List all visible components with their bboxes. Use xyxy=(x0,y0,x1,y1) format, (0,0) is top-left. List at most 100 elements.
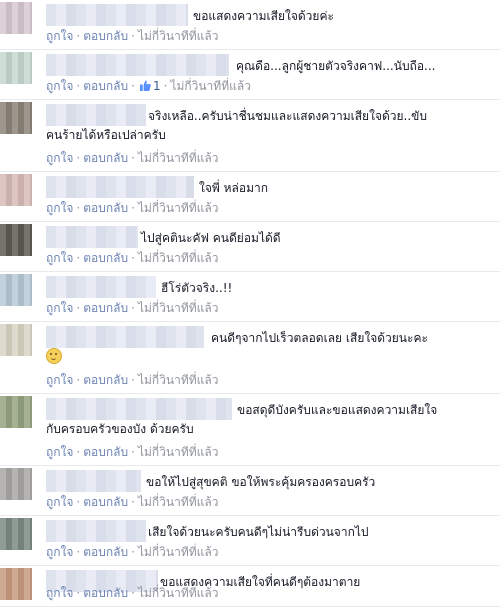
comment-actions: ถูกใจ · ตอบกลับ · ไม่กี่วินาทีที่แล้ว xyxy=(46,443,218,462)
separator-dot: · xyxy=(131,301,135,315)
timestamp[interactable]: ไม่กี่วินาทีที่แล้ว xyxy=(138,251,219,265)
comment-actions: ถูกใจ · ตอบกลับ · ไม่กี่วินาทีที่แล้ว xyxy=(46,149,218,168)
timestamp[interactable]: ไม่กี่วินาทีที่แล้ว xyxy=(138,445,219,459)
like-link[interactable]: ถูกใจ xyxy=(46,373,73,387)
comment-item: ขอสดุดีบังครับและขอแสดงความเสียใจ กับครอบ… xyxy=(0,394,500,466)
comment-text-continued: คนร้ายได้หรือเปล่าครับ xyxy=(46,128,166,142)
comment-actions: ถูกใจ · ตอบกลับ · ไม่กี่วินาทีที่แล้ว xyxy=(46,371,218,390)
redacted-author-name[interactable] xyxy=(46,520,146,542)
reply-link[interactable]: ตอบกลับ xyxy=(83,251,128,265)
timestamp[interactable]: ไม่กี่วินาทีที่แล้ว xyxy=(138,373,219,387)
separator-dot: · xyxy=(131,79,135,93)
separator-dot: · xyxy=(131,201,135,215)
comment-actions: ถูกใจ · ตอบกลับ · ไม่กี่วินาทีที่แล้ว xyxy=(46,543,218,562)
separator-dot: · xyxy=(76,29,81,43)
separator-dot: · xyxy=(131,373,135,387)
avatar[interactable] xyxy=(0,396,32,428)
comment-actions: ถูกใจ · ตอบกลับ · ไม่กี่วินาทีที่แล้ว xyxy=(46,299,218,318)
separator-dot: · xyxy=(131,545,135,559)
avatar[interactable] xyxy=(0,568,32,600)
reply-link[interactable]: ตอบกลับ xyxy=(83,373,128,387)
comment-text: ขอให้ไปสู่สุขคติ ขอให้พระคุ้มครองครอบครั… xyxy=(146,475,376,489)
avatar[interactable] xyxy=(0,52,32,84)
like-link[interactable]: ถูกใจ xyxy=(46,251,73,265)
avatar[interactable] xyxy=(0,274,32,306)
reply-link[interactable]: ตอบกลับ xyxy=(83,79,128,93)
separator-dot: · xyxy=(76,495,81,509)
redacted-author-name[interactable] xyxy=(46,4,188,26)
comment-item: คุณดือ...ลูกผู้ชายตัวจริงคาฟ...นับถือ...… xyxy=(0,50,500,100)
like-link[interactable]: ถูกใจ xyxy=(46,201,73,215)
comment-text: จริงเหลือ..ครับน่าชื่นชมและแสดงความเสียใ… xyxy=(148,109,427,123)
comment-item: ฮีโร่ตัวจริง..!! ถูกใจ · ตอบกลับ · ไม่กี่วินา… xyxy=(0,272,500,322)
reply-link[interactable]: ตอบกลับ xyxy=(83,151,128,165)
comment-text: คุณดือ...ลูกผู้ชายตัวจริงคาฟ...นับถือ... xyxy=(236,59,436,73)
avatar[interactable] xyxy=(0,2,32,34)
reply-link[interactable]: ตอบกลับ xyxy=(83,445,128,459)
like-link[interactable]: ถูกใจ xyxy=(46,495,73,509)
like-link[interactable]: ถูกใจ xyxy=(46,151,73,165)
redacted-author-name[interactable] xyxy=(46,326,204,348)
redacted-author-name[interactable] xyxy=(46,54,229,76)
separator-dot: · xyxy=(76,373,81,387)
reply-link[interactable]: ตอบกลับ xyxy=(83,301,128,315)
separator-dot: · xyxy=(76,301,81,315)
avatar[interactable] xyxy=(0,468,32,500)
separator-dot: · xyxy=(76,545,81,559)
thumbs-up-icon xyxy=(139,80,151,91)
comment-item: จริงเหลือ..ครับน่าชื่นชมและแสดงความเสียใ… xyxy=(0,100,500,172)
redacted-author-name[interactable] xyxy=(46,104,146,126)
timestamp[interactable]: ไม่กี่วินาทีที่แล้ว xyxy=(138,545,219,559)
redacted-author-name[interactable] xyxy=(46,226,138,248)
separator-dot: · xyxy=(131,151,135,165)
redacted-author-name[interactable] xyxy=(46,176,194,198)
smiley-emoji-icon xyxy=(46,348,62,364)
timestamp[interactable]: ไม่กี่วินาทีที่แล้ว xyxy=(138,495,219,509)
avatar[interactable] xyxy=(0,102,32,134)
separator-dot: · xyxy=(76,445,81,459)
like-count[interactable]: 1 xyxy=(138,79,161,93)
reply-link[interactable]: ตอบกลับ xyxy=(83,586,128,600)
redacted-author-name[interactable] xyxy=(46,398,232,420)
avatar[interactable] xyxy=(0,324,32,356)
separator-dot: · xyxy=(131,586,135,600)
reply-link[interactable]: ตอบกลับ xyxy=(83,545,128,559)
comment-item: ขอให้ไปสู่สุขคติ ขอให้พระคุ้มครองครอบครั… xyxy=(0,466,500,516)
comment-item: ขอแสดงความเสียใจที่คนดีๆต้องมาตาย ถูกใจ · ต… xyxy=(0,566,500,607)
comment-text: เสียใจด้วยนะครับคนดีๆไม่น่ารีบด่วนจากไป xyxy=(148,525,369,539)
redacted-author-name[interactable] xyxy=(46,276,156,298)
separator-dot: · xyxy=(76,79,81,93)
comment-item: ขอแสดงความเสียใจด้วยค่ะ ถูกใจ · ตอบกลับ · ไม่… xyxy=(0,0,500,50)
timestamp[interactable]: ไม่กี่วินาทีที่แล้ว xyxy=(170,79,251,93)
separator-dot: · xyxy=(76,586,81,600)
comment-list: ขอแสดงความเสียใจด้วยค่ะ ถูกใจ · ตอบกลับ · ไม่… xyxy=(0,0,500,607)
like-count-value: 1 xyxy=(152,79,161,93)
redacted-author-name[interactable] xyxy=(46,470,141,492)
reply-link[interactable]: ตอบกลับ xyxy=(83,201,128,215)
comment-actions: ถูกใจ · ตอบกลับ · ไม่กี่วินาทีที่แล้ว xyxy=(46,199,218,218)
timestamp[interactable]: ไม่กี่วินาทีที่แล้ว xyxy=(138,586,219,600)
avatar[interactable] xyxy=(0,174,32,206)
avatar[interactable] xyxy=(0,224,32,256)
like-link[interactable]: ถูกใจ xyxy=(46,586,73,600)
timestamp[interactable]: ไม่กี่วินาทีที่แล้ว xyxy=(138,301,219,315)
separator-dot: · xyxy=(131,251,135,265)
reply-link[interactable]: ตอบกลับ xyxy=(83,29,128,43)
timestamp[interactable]: ไม่กี่วินาทีที่แล้ว xyxy=(138,29,219,43)
like-link[interactable]: ถูกใจ xyxy=(46,79,73,93)
reply-link[interactable]: ตอบกลับ xyxy=(83,495,128,509)
like-link[interactable]: ถูกใจ xyxy=(46,445,73,459)
timestamp[interactable]: ไม่กี่วินาทีที่แล้ว xyxy=(138,151,219,165)
comment-text: ขอสดุดีบังครับและขอแสดงความเสียใจ xyxy=(237,403,438,417)
like-link[interactable]: ถูกใจ xyxy=(46,29,73,43)
comment-item: เสียใจด้วยนะครับคนดีๆไม่น่ารีบด่วนจากไปถ… xyxy=(0,516,500,566)
like-link[interactable]: ถูกใจ xyxy=(46,545,73,559)
comment-actions: ถูกใจ · ตอบกลับ · ไม่กี่วินาทีที่แล้ว xyxy=(46,249,218,268)
timestamp[interactable]: ไม่กี่วินาทีที่แล้ว xyxy=(138,201,219,215)
comment-actions: ถูกใจ · ตอบกลับ · 1 · ไม่กี่วินาทีที่แล้ว xyxy=(46,77,251,96)
like-link[interactable]: ถูกใจ xyxy=(46,301,73,315)
comment-text: ไปสู่คตินะคัฟ คนดีย่อมได้ดี xyxy=(141,231,281,245)
comment-text-continued xyxy=(46,348,62,364)
separator-dot: · xyxy=(163,79,168,93)
avatar[interactable] xyxy=(0,518,32,550)
